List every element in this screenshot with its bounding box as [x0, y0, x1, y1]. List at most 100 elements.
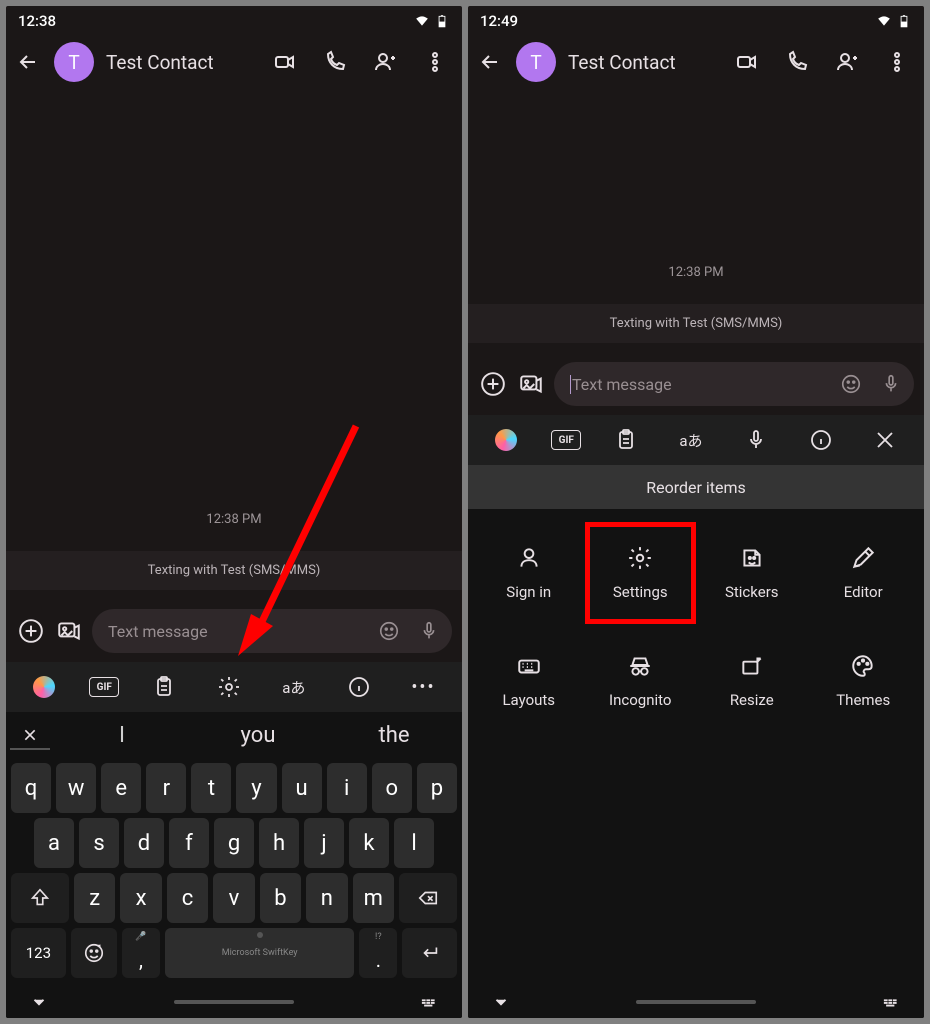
- keyboard-icon: [516, 653, 542, 679]
- key-v[interactable]: v: [213, 873, 254, 923]
- settings-icon[interactable]: [209, 667, 249, 707]
- suggestion-2[interactable]: you: [190, 723, 326, 748]
- voice-call-button[interactable]: [316, 43, 354, 81]
- nav-handle[interactable]: [636, 1000, 756, 1004]
- key-m[interactable]: m: [353, 873, 394, 923]
- reorder-header: Reorder items: [468, 465, 924, 509]
- copilot-button[interactable]: [24, 667, 64, 707]
- key-l[interactable]: l: [394, 818, 434, 868]
- period-key[interactable]: !?.: [359, 928, 397, 978]
- key-w[interactable]: w: [56, 763, 96, 813]
- key-r[interactable]: r: [146, 763, 186, 813]
- keyboard-switcher-icon[interactable]: [882, 993, 900, 1011]
- copilot-button[interactable]: [486, 420, 526, 460]
- video-call-button[interactable]: [728, 43, 766, 81]
- back-button[interactable]: [14, 48, 42, 76]
- voice-input-button[interactable]: [874, 367, 908, 401]
- enter-key[interactable]: [402, 928, 457, 978]
- nav-chevron-down-icon[interactable]: [492, 993, 510, 1011]
- key-q[interactable]: q: [11, 763, 51, 813]
- contact-name[interactable]: Test Contact: [106, 51, 254, 74]
- key-c[interactable]: c: [167, 873, 208, 923]
- video-call-button[interactable]: [266, 43, 304, 81]
- key-f[interactable]: f: [169, 818, 209, 868]
- translate-button[interactable]: aあ: [274, 667, 314, 707]
- voice-input-button[interactable]: [412, 614, 446, 648]
- grid-incognito[interactable]: Incognito: [588, 633, 694, 729]
- emoji-key[interactable]: [71, 928, 117, 978]
- more-button[interactable]: •••: [403, 667, 443, 707]
- gallery-button[interactable]: [54, 616, 84, 646]
- key-i[interactable]: i: [327, 763, 367, 813]
- voice-call-button[interactable]: [778, 43, 816, 81]
- key-t[interactable]: t: [191, 763, 231, 813]
- key-e[interactable]: e: [101, 763, 141, 813]
- grid-stickers[interactable]: Stickers: [699, 525, 805, 621]
- message-input-wrapper[interactable]: Text message: [554, 362, 914, 406]
- key-j[interactable]: j: [304, 818, 344, 868]
- contact-name[interactable]: Test Contact: [568, 51, 716, 74]
- key-a[interactable]: a: [34, 818, 74, 868]
- menu-button[interactable]: [416, 43, 454, 81]
- key-y[interactable]: y: [236, 763, 276, 813]
- grid-editor[interactable]: Editor: [811, 525, 917, 621]
- key-d[interactable]: d: [124, 818, 164, 868]
- battery-icon: [434, 14, 450, 28]
- message-input-wrapper[interactable]: Text message: [92, 609, 452, 653]
- key-row-4: 123 🎤, Microsoft SwiftKey !?.: [6, 923, 462, 986]
- shift-key[interactable]: [11, 873, 69, 923]
- comma-key[interactable]: 🎤,: [122, 928, 160, 978]
- grid-layouts[interactable]: Layouts: [476, 633, 582, 729]
- contact-avatar[interactable]: T: [516, 42, 556, 82]
- menu-button[interactable]: [878, 43, 916, 81]
- backspace-key[interactable]: [399, 873, 457, 923]
- nav-handle[interactable]: [174, 1000, 294, 1004]
- keyboard-switcher-icon[interactable]: [420, 993, 438, 1011]
- key-h[interactable]: h: [259, 818, 299, 868]
- grid-themes[interactable]: Themes: [811, 633, 917, 729]
- info-button[interactable]: [801, 420, 841, 460]
- grid-label: Stickers: [725, 583, 779, 601]
- add-button[interactable]: [16, 616, 46, 646]
- grid-resize[interactable]: Resize: [699, 633, 805, 729]
- mic-button[interactable]: [736, 420, 776, 460]
- key-b[interactable]: b: [260, 873, 301, 923]
- toolbar-grid: Sign in Settings Stickers Editor Layouts…: [468, 509, 924, 733]
- space-key[interactable]: Microsoft SwiftKey: [165, 928, 354, 978]
- key-g[interactable]: g: [214, 818, 254, 868]
- clipboard-button[interactable]: [144, 667, 184, 707]
- gif-button[interactable]: GIF: [89, 677, 119, 697]
- clipboard-button[interactable]: [606, 420, 646, 460]
- grid-signin[interactable]: Sign in: [476, 525, 582, 621]
- suggestion-3[interactable]: the: [326, 723, 462, 748]
- dismiss-suggestion[interactable]: [10, 720, 50, 750]
- contact-avatar[interactable]: T: [54, 42, 94, 82]
- emoji-picker-button[interactable]: [834, 367, 868, 401]
- key-k[interactable]: k: [349, 818, 389, 868]
- back-button[interactable]: [476, 48, 504, 76]
- gallery-button[interactable]: [516, 369, 546, 399]
- emoji-picker-button[interactable]: [372, 614, 406, 648]
- info-button[interactable]: [339, 667, 379, 707]
- close-button[interactable]: [865, 420, 905, 460]
- add-button[interactable]: [478, 369, 508, 399]
- key-s[interactable]: s: [79, 818, 119, 868]
- nav-chevron-down-icon[interactable]: [30, 993, 48, 1011]
- key-x[interactable]: x: [120, 873, 161, 923]
- suggestion-1[interactable]: I: [54, 723, 190, 748]
- key-u[interactable]: u: [282, 763, 322, 813]
- gif-button[interactable]: GIF: [551, 430, 581, 450]
- grid-settings[interactable]: Settings: [588, 525, 694, 621]
- translate-button[interactable]: aあ: [671, 420, 711, 460]
- add-person-button[interactable]: [366, 43, 404, 81]
- numbers-key[interactable]: 123: [11, 928, 66, 978]
- phone-left: 12:38 T Test Contact 12:38 PM Texting wi…: [6, 6, 462, 1018]
- wifi-icon: [414, 14, 430, 28]
- add-person-button[interactable]: [828, 43, 866, 81]
- key-n[interactable]: n: [306, 873, 347, 923]
- key-p[interactable]: p: [417, 763, 457, 813]
- key-z[interactable]: z: [74, 873, 115, 923]
- key-o[interactable]: o: [372, 763, 412, 813]
- texting-info: Texting with Test (SMS/MMS): [6, 551, 462, 590]
- resize-icon: [739, 653, 765, 679]
